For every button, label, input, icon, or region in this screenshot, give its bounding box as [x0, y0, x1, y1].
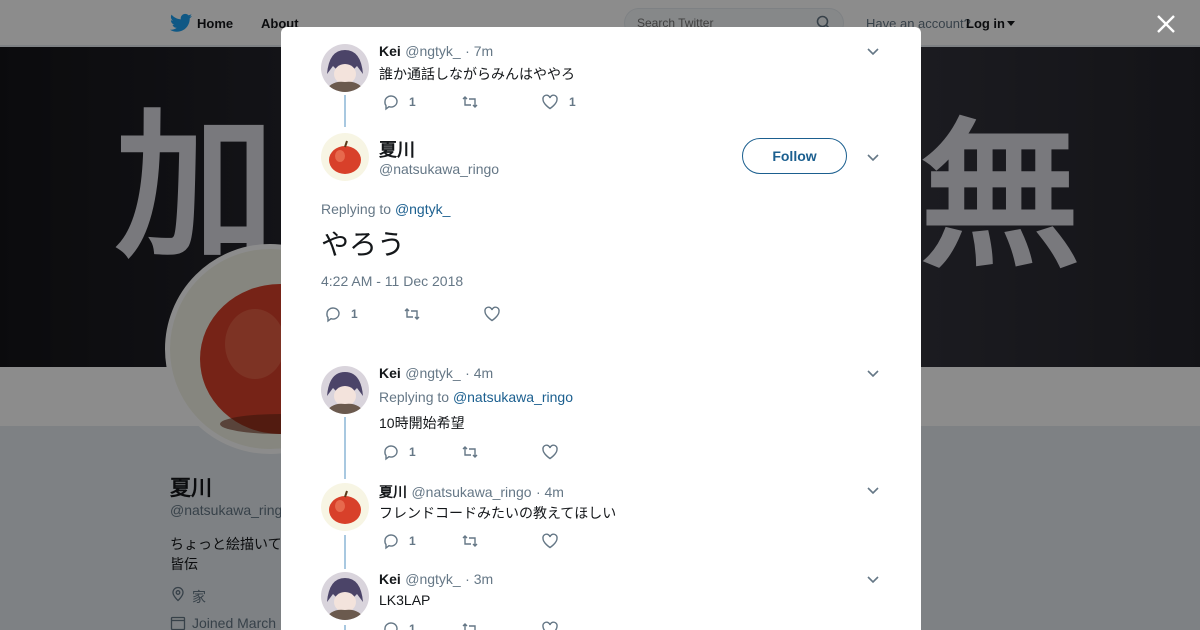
tweet-header: 夏川 @natsukawa_ringo · 4m: [379, 482, 564, 502]
thread-connector-line: [344, 535, 346, 569]
reply-count: 1: [409, 95, 416, 109]
reply-count: 1: [409, 534, 416, 548]
reply-count: 1: [351, 307, 358, 321]
reply-icon[interactable]: [382, 532, 400, 550]
retweet-icon[interactable]: [461, 93, 479, 111]
chevron-down-icon[interactable]: [865, 482, 881, 498]
tweet-text: フレンドコードみたいの教えてほしい: [379, 505, 617, 521]
tweet-time[interactable]: · 3m: [465, 571, 493, 587]
replying-to-line: Replying to @ngtyk_: [321, 201, 450, 217]
thread-connector-line: [344, 625, 346, 630]
like-icon[interactable]: [483, 305, 501, 323]
tweet-text: LK3LAP: [379, 592, 431, 608]
apple-avatar-image: [321, 483, 369, 531]
reply-icon[interactable]: [382, 93, 400, 111]
chevron-down-icon[interactable]: [865, 43, 881, 59]
avatar[interactable]: [321, 44, 369, 92]
tweet-modal: Kei @ngtyk_ · 7m 誰か通話しながらみんはややろ 1 1 夏川 @…: [281, 27, 921, 630]
replying-to-link[interactable]: @natsukawa_ringo: [453, 389, 573, 405]
thread-connector-line: [344, 95, 346, 127]
reply-icon[interactable]: [382, 443, 400, 461]
avatar[interactable]: [321, 366, 369, 414]
apple-avatar-image: [321, 133, 369, 181]
like-icon[interactable]: [541, 532, 559, 550]
tweet-timestamp[interactable]: 4:22 AM - 11 Dec 2018: [321, 273, 463, 289]
tweet-author-handle[interactable]: @ngtyk_: [405, 571, 460, 587]
replying-to-link[interactable]: @ngtyk_: [395, 201, 450, 217]
like-icon[interactable]: [541, 620, 559, 630]
tweet-text: 誰か通話しながらみんはややろ: [379, 66, 575, 82]
avatar[interactable]: [321, 133, 369, 181]
like-count: 1: [569, 95, 576, 109]
tweet-author-name[interactable]: Kei: [379, 365, 401, 381]
close-icon[interactable]: [1154, 12, 1178, 36]
chevron-down-icon[interactable]: [865, 365, 881, 381]
chevron-down-icon[interactable]: [865, 571, 881, 587]
reply-icon[interactable]: [324, 305, 342, 323]
tweet-time[interactable]: · 7m: [465, 43, 493, 59]
tweet-author-handle[interactable]: @ngtyk_: [405, 365, 460, 381]
retweet-icon[interactable]: [461, 532, 479, 550]
replying-to-label: Replying to: [379, 389, 450, 405]
replying-to-line: Replying to @natsukawa_ringo: [379, 389, 573, 405]
tweet-author-handle[interactable]: @natsukawa_ringo: [379, 161, 499, 177]
tweet-author-name[interactable]: 夏川: [379, 136, 415, 162]
tweet-author-handle[interactable]: @natsukawa_ringo: [411, 484, 531, 500]
avatar[interactable]: [321, 483, 369, 531]
anime-avatar-image: [321, 44, 369, 92]
replying-to-label: Replying to: [321, 201, 392, 217]
reply-icon[interactable]: [382, 620, 400, 630]
tweet-author-name[interactable]: Kei: [379, 43, 401, 59]
tweet-header: Kei @ngtyk_ · 3m: [379, 571, 493, 589]
follow-button[interactable]: Follow: [742, 138, 847, 174]
anime-avatar-image: [321, 366, 369, 414]
tweet-time[interactable]: · 4m: [465, 365, 493, 381]
tweet-author-name[interactable]: Kei: [379, 571, 401, 587]
reply-count: 1: [409, 445, 416, 459]
thread-connector-line: [344, 417, 346, 479]
reply-count: 1: [409, 622, 416, 630]
tweet-header: Kei @ngtyk_ · 4m: [379, 365, 493, 383]
avatar[interactable]: [321, 572, 369, 620]
anime-avatar-image: [321, 572, 369, 620]
tweet-text-large: やろう: [321, 229, 406, 260]
retweet-icon[interactable]: [461, 443, 479, 461]
tweet-header: Kei @ngtyk_ · 7m: [379, 43, 493, 61]
tweet-text: 10時開始希望: [379, 415, 465, 431]
retweet-icon[interactable]: [461, 620, 479, 630]
chevron-down-icon[interactable]: [865, 149, 881, 165]
like-icon[interactable]: [541, 443, 559, 461]
like-icon[interactable]: [541, 93, 559, 111]
tweet-time[interactable]: · 4m: [536, 484, 564, 500]
retweet-icon[interactable]: [403, 305, 421, 323]
tweet-author-name[interactable]: 夏川: [379, 484, 407, 500]
tweet-author-handle[interactable]: @ngtyk_: [405, 43, 460, 59]
